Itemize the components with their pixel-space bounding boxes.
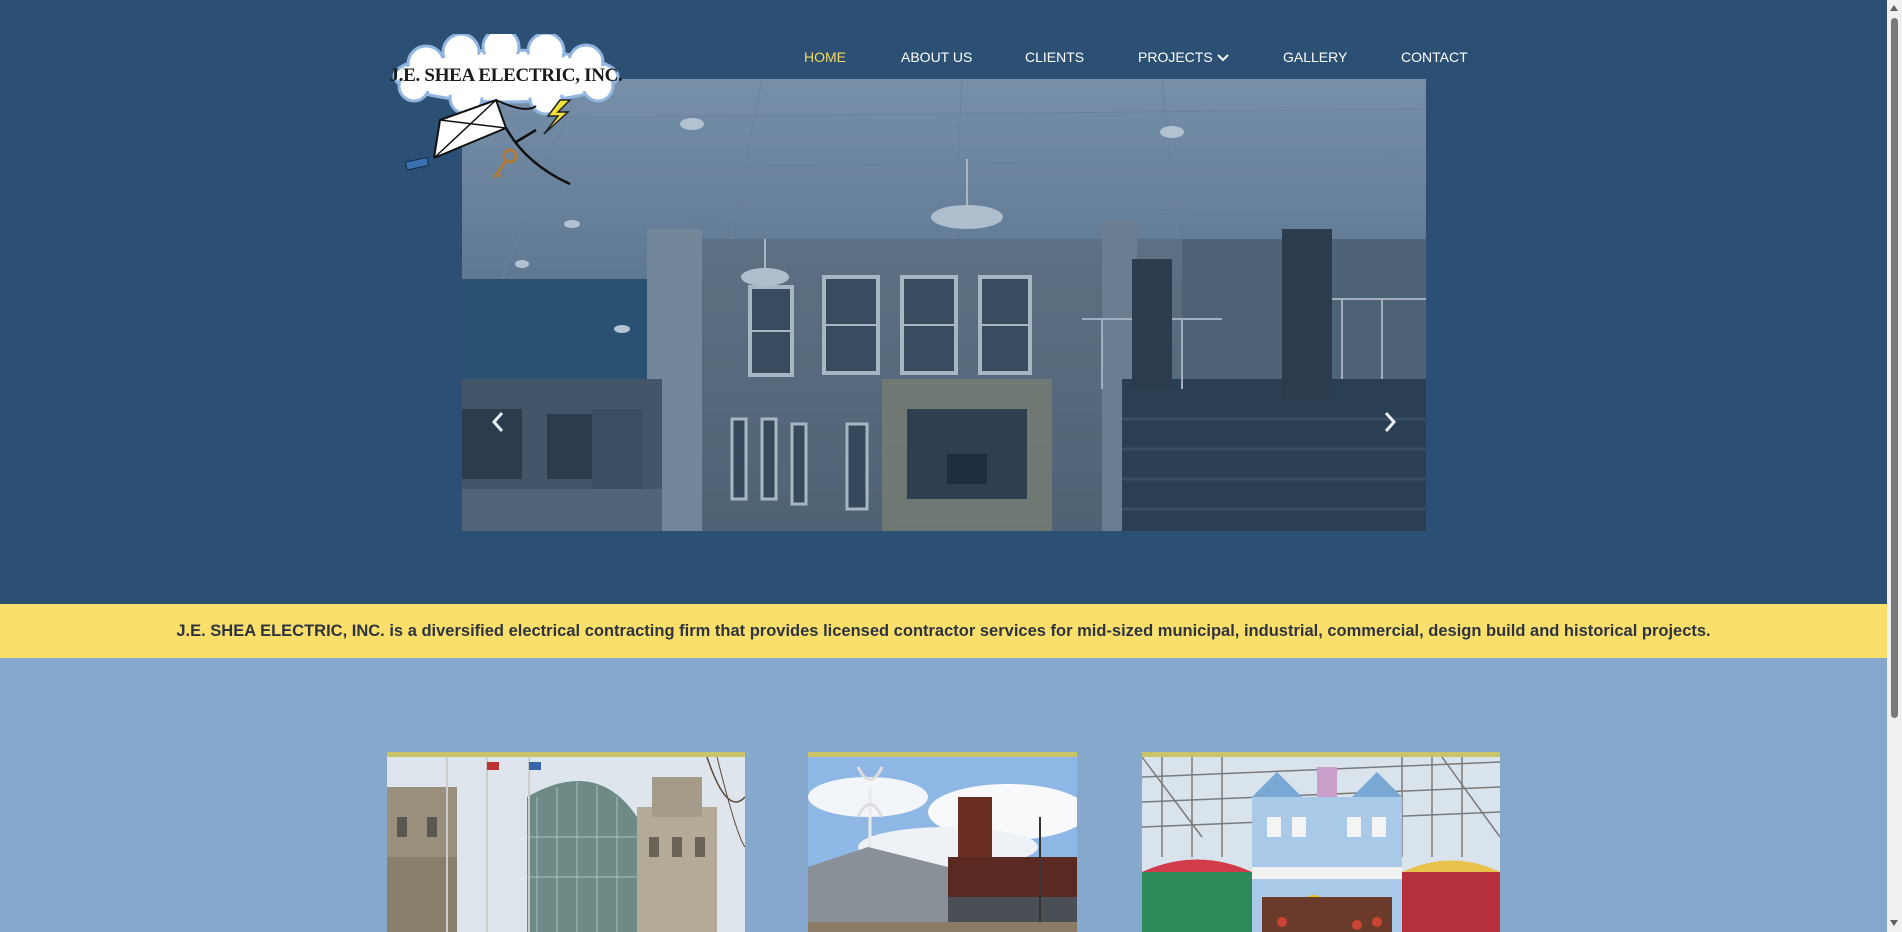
project-image-amusement-park [1142,757,1500,932]
kite-key-lightning-logo: J.E. SHEA ELECTRIC, INC. [390,27,623,186]
hero-section: J.E. SHEA ELECTRIC, INC. HOME ABOUT US C… [0,0,1887,604]
nav-clients[interactable]: CLIENTS [1025,49,1084,65]
nav-projects[interactable]: PROJECTS [1138,49,1229,65]
company-tagline: J.E. SHEA ELECTRIC, INC. is a diversifie… [176,622,1711,640]
project-card-historical[interactable] [1142,752,1500,932]
scroll-thumb[interactable] [1891,18,1898,718]
nav-gallery[interactable]: GALLERY [1283,49,1347,65]
chevron-down-icon [1216,54,1229,62]
page-scrollbar[interactable] [1887,0,1902,932]
chevron-left-icon[interactable] [486,405,510,439]
main-nav: HOME ABOUT US CLIENTS PROJECTS GALLERY C… [0,49,1887,65]
scroll-up-arrow-icon[interactable] [1890,5,1898,11]
project-image-city-hall [387,757,745,932]
nav-projects-label: PROJECTS [1138,49,1213,65]
company-logo[interactable]: J.E. SHEA ELECTRIC, INC. [386,27,626,194]
logo-text: J.E. SHEA ELECTRIC, INC. [390,65,623,86]
project-card-industrial[interactable] [808,752,1077,932]
nav-about-us[interactable]: ABOUT US [901,49,972,65]
chevron-right-icon[interactable] [1378,405,1402,439]
scroll-down-arrow-icon[interactable] [1890,920,1898,926]
tagline-bar: J.E. SHEA ELECTRIC, INC. is a diversifie… [0,604,1887,658]
nav-home[interactable]: HOME [804,49,846,65]
project-image-wind-turbine-building [808,757,1077,932]
nav-contact[interactable]: CONTACT [1401,49,1468,65]
project-card-municipal[interactable] [387,752,745,932]
